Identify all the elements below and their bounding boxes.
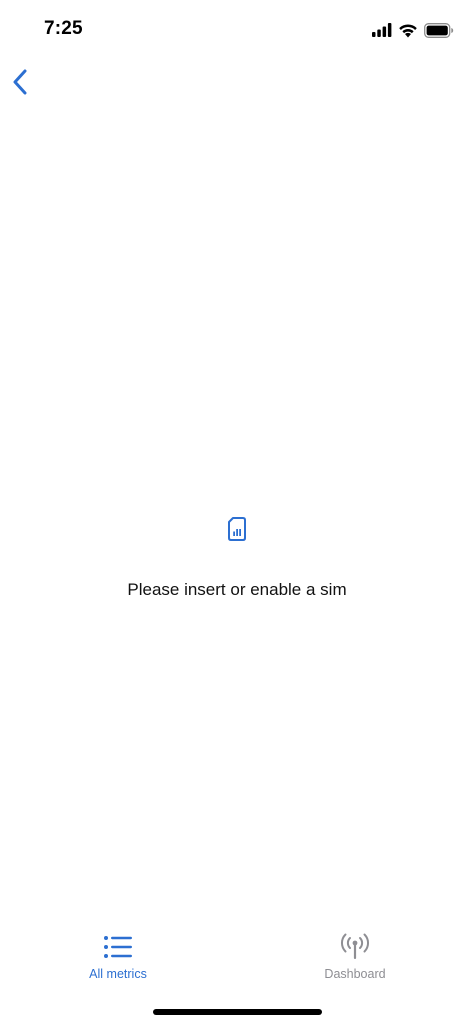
list-icon	[103, 932, 133, 962]
sim-card-icon	[227, 516, 247, 542]
status-bar: 7:25	[0, 0, 474, 60]
home-indicator[interactable]	[153, 1009, 322, 1015]
tab-label: Dashboard	[324, 967, 386, 981]
antenna-icon	[339, 932, 371, 962]
wifi-icon	[398, 23, 418, 38]
empty-state: Please insert or enable a sim	[0, 516, 474, 600]
battery-icon	[424, 22, 454, 38]
cellular-signal-icon	[372, 23, 392, 37]
back-button[interactable]	[4, 64, 36, 104]
chevron-left-icon	[12, 69, 28, 100]
tab-bar: All metrics Dashboard	[0, 924, 474, 992]
status-time: 7:25	[44, 18, 83, 39]
status-icons	[372, 20, 454, 40]
empty-state-message: Please insert or enable a sim	[127, 580, 347, 599]
tab-label: All metrics	[89, 967, 147, 981]
tab-dashboard[interactable]: Dashboard	[275, 924, 435, 992]
tab-all-metrics[interactable]: All metrics	[38, 924, 198, 992]
